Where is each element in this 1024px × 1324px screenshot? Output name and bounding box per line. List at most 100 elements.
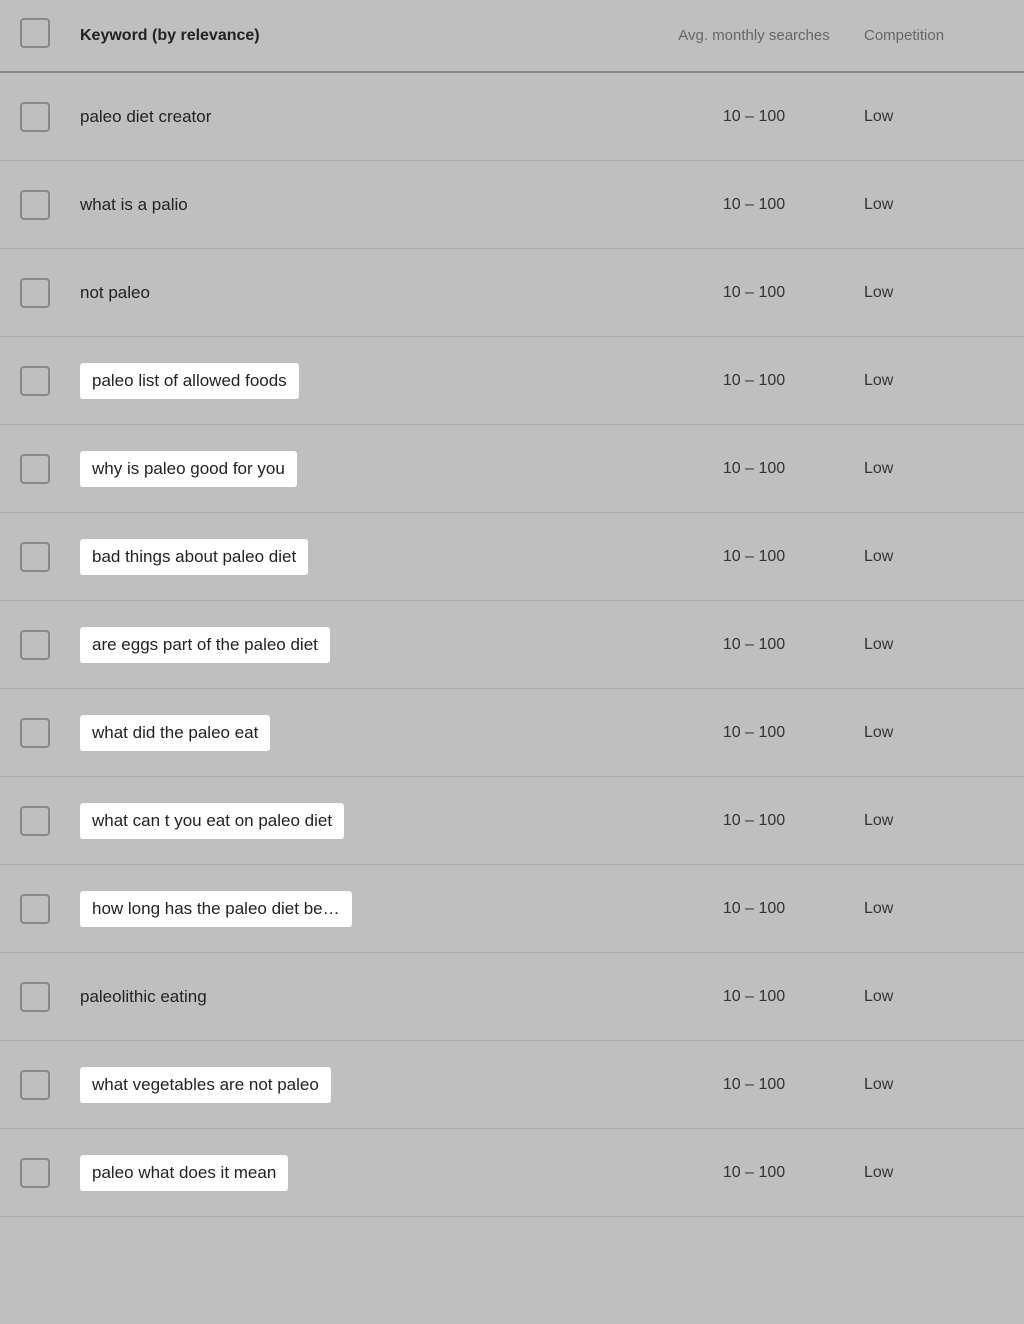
- keyword-text: what did the paleo eat: [80, 715, 270, 751]
- row-checkbox-col: [20, 806, 80, 836]
- table-row: what vegetables are not paleo 10 – 100 L…: [0, 1041, 1024, 1129]
- keyword-text: what is a palio: [80, 195, 188, 215]
- row-checkbox-12[interactable]: [20, 1070, 50, 1100]
- row-checkbox-col: [20, 278, 80, 308]
- table-header: Keyword (by relevance) Avg. monthly sear…: [0, 0, 1024, 73]
- searches-value: 10 – 100: [723, 988, 785, 1005]
- keyword-text: bad things about paleo diet: [80, 539, 308, 575]
- row-keyword-col: paleo what does it mean: [80, 1155, 644, 1191]
- row-checkbox-col: [20, 630, 80, 660]
- searches-value: 10 – 100: [723, 900, 785, 917]
- row-competition-col: Low: [864, 548, 1004, 566]
- keyword-text: how long has the paleo diet be…: [80, 891, 352, 927]
- row-keyword-col: why is paleo good for you: [80, 451, 644, 487]
- row-competition-col: Low: [864, 460, 1004, 478]
- row-keyword-col: what did the paleo eat: [80, 715, 644, 751]
- row-keyword-col: what can t you eat on paleo diet: [80, 803, 644, 839]
- row-checkbox-10[interactable]: [20, 894, 50, 924]
- row-checkbox-2[interactable]: [20, 190, 50, 220]
- keyword-text: paleo diet creator: [80, 107, 211, 127]
- header-searches-col: Avg. monthly searches: [644, 27, 864, 44]
- row-searches-col: 10 – 100: [644, 636, 864, 654]
- row-competition-col: Low: [864, 636, 1004, 654]
- row-checkbox-1[interactable]: [20, 102, 50, 132]
- table-row: what is a palio 10 – 100 Low: [0, 161, 1024, 249]
- searches-value: 10 – 100: [723, 372, 785, 389]
- row-keyword-col: bad things about paleo diet: [80, 539, 644, 575]
- row-searches-col: 10 – 100: [644, 284, 864, 302]
- searches-value: 10 – 100: [723, 548, 785, 565]
- row-checkbox-6[interactable]: [20, 542, 50, 572]
- keyword-column-header: Keyword (by relevance): [80, 27, 260, 44]
- row-searches-col: 10 – 100: [644, 900, 864, 918]
- competition-value: Low: [864, 460, 893, 477]
- table-row: how long has the paleo diet be… 10 – 100…: [0, 865, 1024, 953]
- row-competition-col: Low: [864, 988, 1004, 1006]
- row-searches-col: 10 – 100: [644, 548, 864, 566]
- keyword-text: paleo list of allowed foods: [80, 363, 299, 399]
- keyword-table: Keyword (by relevance) Avg. monthly sear…: [0, 0, 1024, 1217]
- row-searches-col: 10 – 100: [644, 812, 864, 830]
- searches-value: 10 – 100: [723, 636, 785, 653]
- row-checkbox-col: [20, 542, 80, 572]
- row-competition-col: Low: [864, 812, 1004, 830]
- keyword-text: paleo what does it mean: [80, 1155, 288, 1191]
- row-checkbox-col: [20, 454, 80, 484]
- row-checkbox-13[interactable]: [20, 1158, 50, 1188]
- keyword-text: not paleo: [80, 283, 150, 303]
- table-row: what did the paleo eat 10 – 100 Low: [0, 689, 1024, 777]
- select-all-checkbox[interactable]: [20, 18, 50, 48]
- row-keyword-col: are eggs part of the paleo diet: [80, 627, 644, 663]
- competition-value: Low: [864, 900, 893, 917]
- competition-column-header: Competition: [864, 27, 944, 44]
- competition-value: Low: [864, 1076, 893, 1093]
- row-checkbox-col: [20, 982, 80, 1012]
- keyword-text: are eggs part of the paleo diet: [80, 627, 330, 663]
- row-searches-col: 10 – 100: [644, 1076, 864, 1094]
- row-competition-col: Low: [864, 284, 1004, 302]
- row-competition-col: Low: [864, 196, 1004, 214]
- table-row: not paleo 10 – 100 Low: [0, 249, 1024, 337]
- competition-value: Low: [864, 988, 893, 1005]
- row-keyword-col: what is a palio: [80, 195, 644, 215]
- searches-value: 10 – 100: [723, 460, 785, 477]
- competition-value: Low: [864, 372, 893, 389]
- row-checkbox-3[interactable]: [20, 278, 50, 308]
- header-keyword-col: Keyword (by relevance): [80, 27, 644, 45]
- row-checkbox-8[interactable]: [20, 718, 50, 748]
- searches-value: 10 – 100: [723, 1076, 785, 1093]
- row-checkbox-4[interactable]: [20, 366, 50, 396]
- row-searches-col: 10 – 100: [644, 108, 864, 126]
- row-competition-col: Low: [864, 108, 1004, 126]
- table-row: paleo diet creator 10 – 100 Low: [0, 73, 1024, 161]
- row-keyword-col: what vegetables are not paleo: [80, 1067, 644, 1103]
- row-checkbox-9[interactable]: [20, 806, 50, 836]
- keyword-text: why is paleo good for you: [80, 451, 297, 487]
- competition-value: Low: [864, 724, 893, 741]
- competition-value: Low: [864, 284, 893, 301]
- row-searches-col: 10 – 100: [644, 372, 864, 390]
- table-body: paleo diet creator 10 – 100 Low what is …: [0, 73, 1024, 1217]
- keyword-text: what can t you eat on paleo diet: [80, 803, 344, 839]
- searches-value: 10 – 100: [723, 284, 785, 301]
- row-competition-col: Low: [864, 372, 1004, 390]
- row-checkbox-7[interactable]: [20, 630, 50, 660]
- table-row: bad things about paleo diet 10 – 100 Low: [0, 513, 1024, 601]
- row-checkbox-col: [20, 1158, 80, 1188]
- row-checkbox-5[interactable]: [20, 454, 50, 484]
- table-row: paleo what does it mean 10 – 100 Low: [0, 1129, 1024, 1217]
- row-keyword-col: how long has the paleo diet be…: [80, 891, 644, 927]
- row-keyword-col: not paleo: [80, 283, 644, 303]
- competition-value: Low: [864, 108, 893, 125]
- competition-value: Low: [864, 1164, 893, 1181]
- table-row: why is paleo good for you 10 – 100 Low: [0, 425, 1024, 513]
- row-checkbox-11[interactable]: [20, 982, 50, 1012]
- competition-value: Low: [864, 636, 893, 653]
- row-keyword-col: paleo list of allowed foods: [80, 363, 644, 399]
- header-competition-col: Competition: [864, 27, 1004, 44]
- row-keyword-col: paleo diet creator: [80, 107, 644, 127]
- table-row: paleolithic eating 10 – 100 Low: [0, 953, 1024, 1041]
- row-checkbox-col: [20, 894, 80, 924]
- searches-value: 10 – 100: [723, 812, 785, 829]
- table-row: what can t you eat on paleo diet 10 – 10…: [0, 777, 1024, 865]
